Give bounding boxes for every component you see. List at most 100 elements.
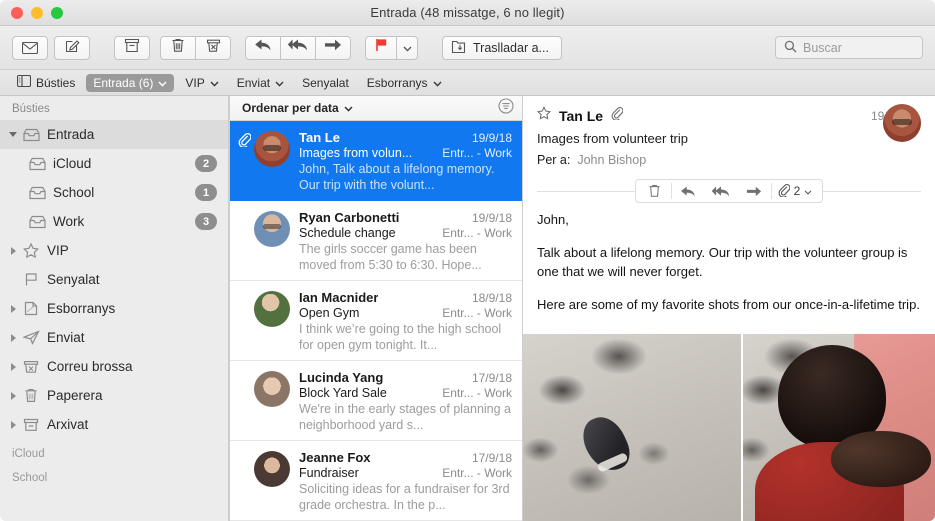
reply-all-button[interactable] <box>280 36 316 60</box>
inbox-icon <box>26 186 48 200</box>
window-titlebar: Entrada (48 missatge, 6 no llegit) <box>0 0 935 26</box>
sidebar-item-paperera[interactable]: Paperera <box>0 381 229 410</box>
sidebar-item-correu-brossa[interactable]: Correu brossa <box>0 352 229 381</box>
attachments-button[interactable]: 2 <box>772 183 821 200</box>
sidebar-item-label: Esborranys <box>47 301 217 316</box>
message-sender: Tan Le <box>299 130 340 145</box>
chevron-down-icon <box>403 39 412 57</box>
move-to-button[interactable]: Traslladar a... <box>442 36 562 60</box>
forward-message-button[interactable] <box>738 180 771 202</box>
message-row-ryan-carbonetti[interactable]: Ryan Carbonetti 19/9/18 Schedule change … <box>230 201 522 281</box>
unread-badge: 3 <box>195 213 217 230</box>
disclosure-triangle-right-icon[interactable] <box>6 334 20 342</box>
message-sender: Lucinda Yang <box>299 370 383 385</box>
message-preview: We're in the early stages of planning a … <box>299 402 512 433</box>
mail-window: Entrada (48 missatge, 6 no llegit) <box>0 0 935 521</box>
star-icon <box>20 243 42 258</box>
attachment-photo-pavement[interactable] <box>523 334 741 521</box>
favorites-item-vip[interactable]: VIP <box>178 74 225 92</box>
disclosure-triangle-right-icon[interactable] <box>6 247 20 255</box>
message-attachments <box>523 334 935 521</box>
message-mailbox: Entr... - Work <box>442 466 512 480</box>
reply-group <box>245 36 351 60</box>
delete-message-button[interactable] <box>638 180 671 202</box>
get-mail-button[interactable] <box>12 36 48 60</box>
sidebar-divider <box>228 96 229 521</box>
avatar <box>254 131 290 167</box>
favorites-item-label: Enviat <box>237 76 270 90</box>
message-actions-divider: 2 <box>537 178 921 204</box>
flag-button[interactable] <box>365 36 397 60</box>
attachment-indicator-empty <box>238 210 254 280</box>
disclosure-triangle-right-icon[interactable] <box>6 392 20 400</box>
sent-icon <box>20 330 42 345</box>
disclosure-triangle-right-icon[interactable] <box>6 363 20 371</box>
unread-badge: 2 <box>195 155 217 172</box>
disclosure-triangle-down-icon[interactable] <box>6 132 20 137</box>
sidebar-item-vip[interactable]: VIP <box>0 236 229 265</box>
mailbox-sidebar: Bústies Entrada iCloud 2 School <box>0 96 230 521</box>
reply-message-button[interactable] <box>672 180 705 202</box>
sort-by-button[interactable]: Ordenar per data <box>242 101 353 115</box>
favorites-item-flagged[interactable]: Senyalat <box>295 74 356 92</box>
sidebar-item-label: Paperera <box>47 388 217 403</box>
reply-button[interactable] <box>245 36 281 60</box>
favorites-item-inbox[interactable]: Entrada (6) <box>86 74 174 92</box>
message-list-header: Ordenar per data <box>230 96 522 121</box>
archive-button[interactable] <box>114 36 150 60</box>
sidebar-item-school[interactable]: School 1 <box>0 178 229 207</box>
sidebar-account-icloud[interactable]: iCloud <box>0 439 229 463</box>
trash-icon <box>171 38 185 58</box>
message-preview: I think we’re going to the high school f… <box>299 322 512 353</box>
sidebar-item-label: Work <box>53 214 195 229</box>
message-date: 19/9/18 <box>472 131 512 145</box>
sidebar-item-esborranys[interactable]: Esborranys <box>0 294 229 323</box>
message-subject: Fundraiser <box>299 466 359 480</box>
inbox-icon <box>26 215 48 229</box>
filter-icon <box>498 101 514 118</box>
message-subject: Images from volunteer trip <box>537 131 921 146</box>
disclosure-triangle-right-icon[interactable] <box>6 305 20 313</box>
search-icon <box>784 40 797 56</box>
sidebar-item-enviat[interactable]: Enviat <box>0 323 229 352</box>
message-summary: Ian Macnider 18/9/18 Open Gym Entr... - … <box>299 290 512 360</box>
compose-button[interactable] <box>54 36 90 60</box>
message-date: 19/9/18 <box>472 211 512 225</box>
sidebar-item-senyalat[interactable]: Senyalat <box>0 265 229 294</box>
search-field[interactable]: Buscar <box>775 36 923 59</box>
vip-star-icon[interactable] <box>537 106 551 125</box>
sidebar-item-entrada[interactable]: Entrada <box>0 120 229 149</box>
message-date: 17/9/18 <box>472 371 512 385</box>
forward-button[interactable] <box>315 36 351 60</box>
delete-button[interactable] <box>160 36 196 60</box>
flag-options-button[interactable] <box>396 36 418 60</box>
chevron-down-icon <box>158 76 167 90</box>
sidebar-item-label: Enviat <box>47 330 217 345</box>
sidebar-item-label: School <box>53 185 195 200</box>
filter-button[interactable] <box>498 98 514 119</box>
disclosure-triangle-right-icon[interactable] <box>6 421 20 429</box>
message-sender: Ian Macnider <box>299 290 378 305</box>
sort-label: Ordenar per data <box>242 101 339 115</box>
message-list-pane: Ordenar per data <box>230 96 523 521</box>
sidebar-item-work[interactable]: Work 3 <box>0 207 229 236</box>
to-value: John Bishop <box>577 153 646 167</box>
favorites-item-sent[interactable]: Enviat <box>230 74 291 92</box>
sidebar-item-arxivat[interactable]: Arxivat <box>0 410 229 439</box>
mailboxes-toggle[interactable]: Bústies <box>10 73 82 92</box>
attachment-photo-boy-red-shirt[interactable] <box>743 334 935 521</box>
message-row-tan-le[interactable]: Tan Le 19/9/18 Images from volun... Entr… <box>230 121 522 201</box>
message-sender: Ryan Carbonetti <box>299 210 399 225</box>
favorites-item-label: VIP <box>185 76 204 90</box>
message-row-lucinda-yang[interactable]: Lucinda Yang 17/9/18 Block Yard Sale Ent… <box>230 361 522 441</box>
message-row-jeanne-fox[interactable]: Jeanne Fox 17/9/18 Fundraiser Entr... - … <box>230 441 522 521</box>
sidebar-account-school[interactable]: School <box>0 463 229 487</box>
message-sender: Jeanne Fox <box>299 450 371 465</box>
junk-button[interactable] <box>195 36 231 60</box>
message-row-ian-macnider[interactable]: Ian Macnider 18/9/18 Open Gym Entr... - … <box>230 281 522 361</box>
favorites-item-drafts[interactable]: Esborranys <box>360 74 449 92</box>
sidebar-item-icloud[interactable]: iCloud 2 <box>0 149 229 178</box>
body-paragraph: John, <box>537 210 921 229</box>
reply-all-message-button[interactable] <box>705 180 738 202</box>
forward-icon <box>324 38 342 57</box>
